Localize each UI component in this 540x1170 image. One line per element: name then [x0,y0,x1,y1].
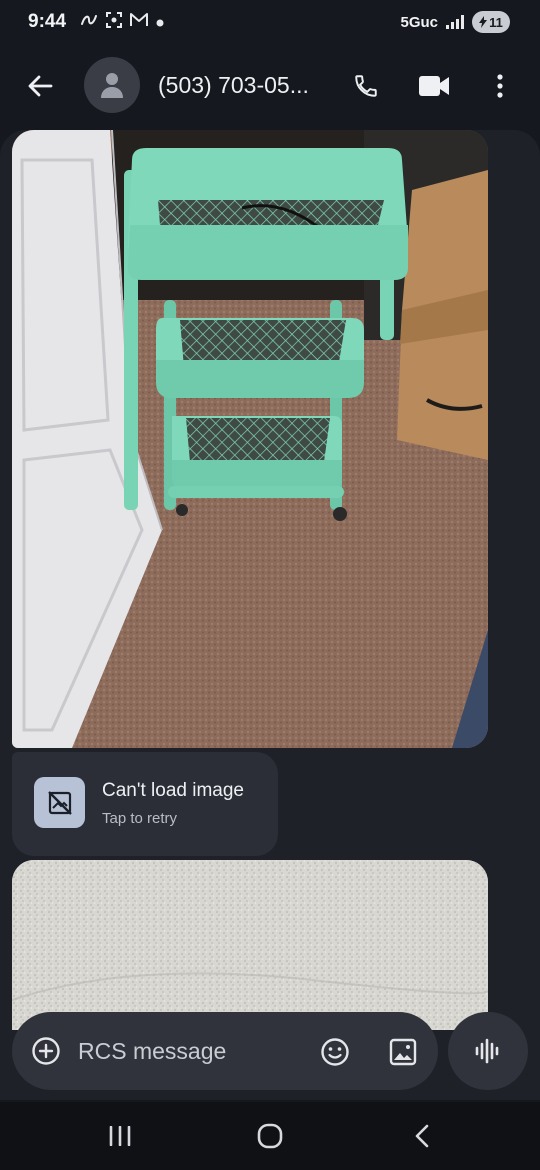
call-button[interactable] [346,66,386,106]
voice-waveform-icon [475,1038,499,1064]
charging-bolt-icon [479,16,488,28]
video-call-button[interactable] [412,66,456,106]
wall-photo [12,860,488,1030]
screenshot-icon [106,12,122,33]
voice-message-button[interactable] [448,1012,528,1090]
recents-button[interactable] [96,1116,144,1156]
image-message-cart[interactable] [12,130,488,748]
contact-name[interactable]: (503) 703-05... [158,72,309,99]
cart-photo [12,130,488,748]
add-attachment-button[interactable] [30,1035,62,1067]
more-options-button[interactable] [482,66,518,106]
broken-image-icon-box [34,777,85,828]
message-composer [12,1012,438,1090]
person-icon [101,73,123,98]
arrow-back-icon [28,75,53,97]
dot-icon [156,14,164,32]
phone-icon [355,75,377,97]
emoji-icon [321,1038,349,1066]
retry-link[interactable]: Tap to retry [102,810,177,827]
gallery-button[interactable] [386,1035,420,1069]
failed-image-title: Can't load image [102,780,244,801]
gmail-icon [130,13,148,32]
home-button[interactable] [246,1116,294,1156]
link-icon [80,13,98,32]
contact-avatar[interactable] [84,57,140,113]
image-message-wall[interactable] [12,860,488,1030]
broken-image-icon [47,790,72,815]
chevron-left-icon [415,1124,429,1148]
message-input[interactable] [78,1034,300,1068]
conversation-header: (503) 703-05... [0,52,540,120]
status-time: 9:44 [28,11,67,32]
videocam-icon [419,76,449,96]
system-navigation-bar [0,1102,540,1170]
system-back-button[interactable] [398,1116,446,1156]
gallery-icon [389,1038,417,1066]
home-icon [257,1123,283,1149]
add-circle-icon [32,1037,60,1065]
battery-level: 11 [489,14,503,30]
recents-icon [109,1126,131,1146]
emoji-button[interactable] [318,1035,352,1069]
back-button[interactable] [18,66,62,106]
more-vert-icon [497,74,503,98]
signal-icon [446,15,464,29]
network-label: 5Guc [400,13,438,31]
failed-image-message[interactable]: Can't load image Tap to retry [12,752,278,856]
message-list[interactable]: Can't load image Tap to retry [0,130,540,1100]
status-bar: 9:44 5Guc 11 [0,0,540,44]
status-notification-icons [80,12,164,33]
status-right: 5Guc 11 [400,11,510,33]
battery-indicator: 11 [472,11,510,33]
